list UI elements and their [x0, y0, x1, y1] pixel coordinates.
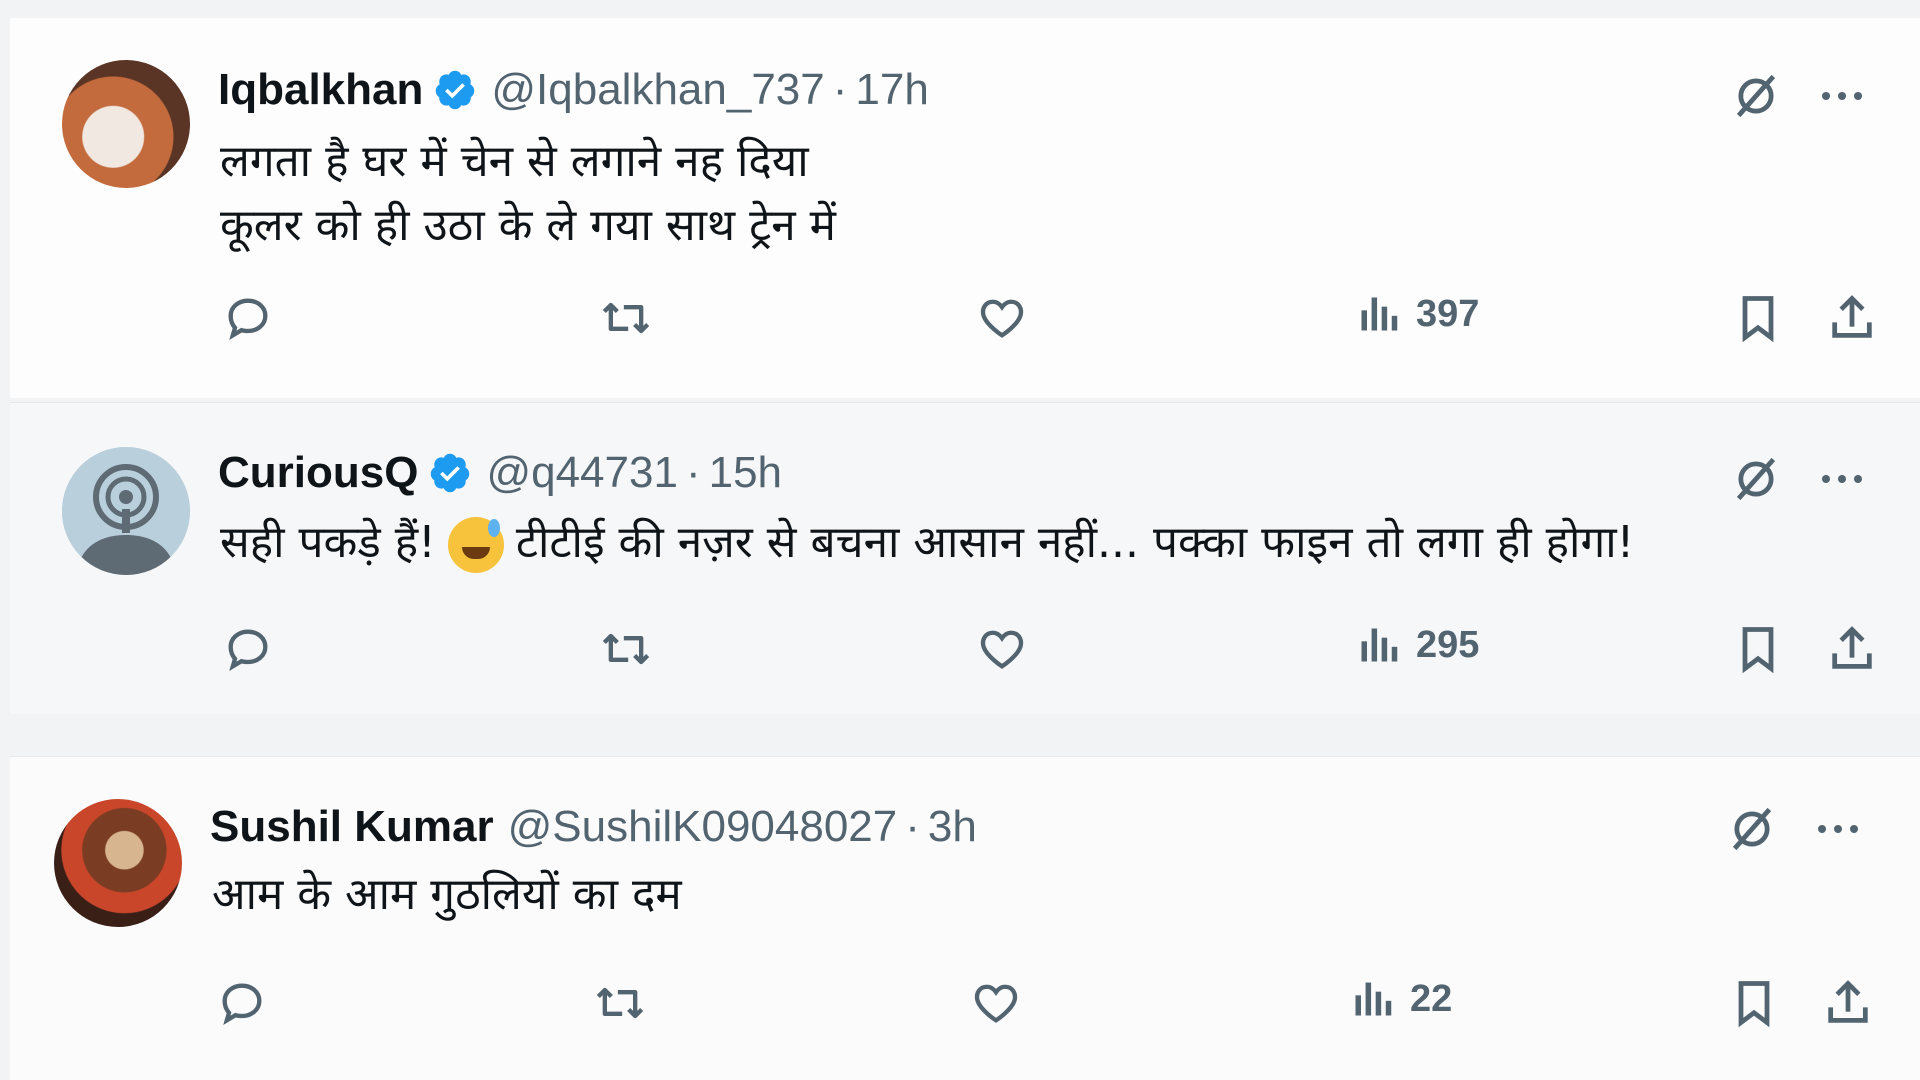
retweet-icon: [596, 987, 644, 1019]
action-bar: 295: [10, 623, 1920, 683]
bookmark-icon: [1738, 981, 1770, 1028]
views-icon: [1361, 628, 1398, 662]
tweet-top-icons: [1730, 453, 1864, 505]
grok-icon[interactable]: [1730, 70, 1782, 122]
views-button[interactable]: 295: [1356, 623, 1479, 667]
handle[interactable]: @Iqbalkhan_737: [491, 62, 824, 118]
display-name[interactable]: Sushil Kumar: [210, 799, 494, 855]
retweet-icon: [602, 633, 650, 665]
tweet-header: CuriousQ @q44731 · 15h: [218, 445, 782, 501]
tweet-text: आम के आम गुठलियों का दम: [212, 863, 682, 927]
bookmark-button[interactable]: [1732, 292, 1784, 344]
share-button[interactable]: [1826, 623, 1878, 675]
handle[interactable]: @q44731: [486, 445, 678, 501]
like-button[interactable]: [976, 292, 1028, 344]
grinning-face-with-sweat-icon: [447, 517, 504, 573]
views-button[interactable]: 22: [1350, 977, 1452, 1021]
avatar[interactable]: [62, 447, 190, 575]
reply-button[interactable]: [222, 623, 274, 675]
verified-badge-icon: [433, 68, 477, 112]
avatar[interactable]: [62, 60, 190, 188]
separator: ·: [832, 65, 848, 114]
tweet-header: Sushil Kumar @SushilK09048027 · 3h: [210, 799, 977, 855]
like-button[interactable]: [976, 623, 1028, 675]
reply-button[interactable]: [222, 292, 274, 344]
views-count: 22: [1410, 977, 1453, 1020]
tweet-text: सही पकड़े हैं! टीटीई की नज़र से बचना आसान…: [220, 511, 1634, 575]
reply-icon: [222, 983, 262, 1026]
bookmark-icon: [1742, 296, 1774, 343]
retweet-button[interactable]: [598, 292, 654, 344]
more-icon[interactable]: [1816, 823, 1860, 835]
action-bar: 22: [10, 977, 1920, 1037]
separator: ·: [685, 448, 701, 497]
more-icon[interactable]: [1820, 473, 1864, 485]
reply-feed: Iqbalkhan @Iqbalkhan_737 · 17h लगता है घ…: [0, 0, 1920, 1080]
share-icon: [1832, 295, 1872, 338]
tweet[interactable]: CuriousQ @q44731 · 15h सही पकड़े हैं! टीट…: [10, 402, 1920, 714]
timestamp[interactable]: 3h: [928, 799, 977, 855]
display-name[interactable]: CuriousQ: [218, 445, 418, 501]
views-count: 295: [1416, 623, 1480, 666]
display-name[interactable]: Iqbalkhan: [218, 62, 423, 118]
retweet-button[interactable]: [592, 977, 648, 1029]
tweet[interactable]: Sushil Kumar @SushilK09048027 · 3h आम के…: [10, 756, 1920, 1080]
views-count: 397: [1416, 292, 1480, 335]
verified-badge-icon: [428, 451, 472, 495]
share-button[interactable]: [1826, 292, 1878, 344]
separator: ·: [905, 802, 920, 851]
more-icon[interactable]: [1820, 90, 1864, 102]
tweet-text: लगता है घर में चेन से लगाने नह दिया कूलर…: [220, 130, 836, 258]
tweet-text-line: आम के आम गुठलियों का दम: [212, 869, 682, 920]
action-bar: 397: [10, 292, 1920, 352]
like-button[interactable]: [970, 977, 1022, 1029]
retweet-icon: [602, 302, 650, 334]
tweet-text-part: टीटीई की नज़र से बचना आसान नहीं... पक्का…: [515, 517, 1635, 568]
tweet-text-line: कूलर को ही उठा के ले गया साथ ट्रेन में: [220, 200, 836, 251]
views-button[interactable]: 397: [1356, 292, 1479, 336]
retweet-button[interactable]: [598, 623, 654, 675]
tweet[interactable]: Iqbalkhan @Iqbalkhan_737 · 17h लगता है घ…: [10, 18, 1920, 398]
reply-icon: [228, 629, 268, 672]
like-icon: [974, 984, 1018, 1023]
tweet-top-icons: [1730, 70, 1864, 122]
tweet-header: Iqbalkhan @Iqbalkhan_737 · 17h: [218, 62, 929, 118]
views-icon: [1355, 982, 1392, 1016]
tweet-text-line: लगता है घर में चेन से लगाने नह दिया: [220, 136, 809, 187]
reply-button[interactable]: [216, 977, 268, 1029]
timestamp[interactable]: 15h: [709, 445, 782, 501]
avatar[interactable]: [54, 799, 182, 927]
share-button[interactable]: [1822, 977, 1874, 1029]
bookmark-button[interactable]: [1728, 977, 1780, 1029]
default-avatar-icon: [62, 447, 190, 575]
grok-icon[interactable]: [1730, 453, 1782, 505]
share-icon: [1832, 626, 1872, 669]
bookmark-icon: [1742, 627, 1774, 674]
share-icon: [1828, 980, 1868, 1023]
tweet-text-part: सही पकड़े हैं!: [220, 517, 436, 568]
grok-icon[interactable]: [1726, 803, 1778, 855]
like-icon: [980, 299, 1024, 338]
like-icon: [980, 630, 1024, 669]
views-icon: [1361, 297, 1398, 331]
reply-icon: [228, 298, 268, 341]
handle[interactable]: @SushilK09048027: [508, 799, 898, 855]
bookmark-button[interactable]: [1732, 623, 1784, 675]
timestamp[interactable]: 17h: [855, 62, 928, 118]
tweet-top-icons: [1726, 803, 1860, 855]
